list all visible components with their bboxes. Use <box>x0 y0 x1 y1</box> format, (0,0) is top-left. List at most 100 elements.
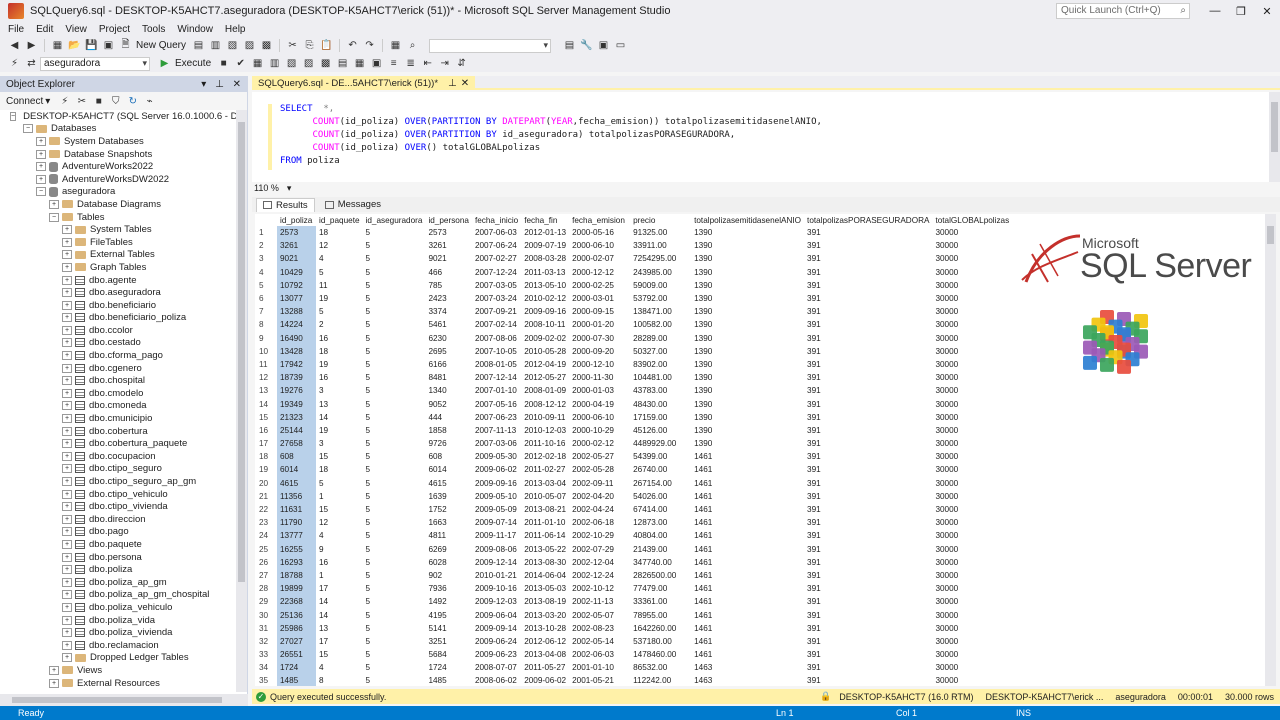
table-cell[interactable]: 391 <box>804 661 932 674</box>
table-cell[interactable]: 1663 <box>425 516 472 529</box>
table-cell[interactable]: 2010-05-28 <box>521 345 569 358</box>
table-cell[interactable]: 17 <box>316 582 363 595</box>
table-cell[interactable]: 2009-07-19 <box>521 239 569 252</box>
table-row[interactable]: 25 16255 9 5 6269 2009-08-06 2013-05-22 2002-07… <box>255 542 1012 556</box>
table-cell[interactable]: 3 <box>316 437 363 450</box>
expand-icon[interactable]: + <box>62 577 72 587</box>
table-cell[interactable]: 13288 <box>277 305 316 319</box>
tree-node[interactable]: + dbo.cgenero <box>0 362 236 375</box>
table-cell[interactable]: 2002-11-13 <box>569 595 630 608</box>
tree-node[interactable]: + dbo.ctipo_seguro <box>0 463 236 476</box>
table-cell[interactable]: 1461 <box>691 503 804 516</box>
menu-window[interactable]: Window <box>173 24 221 35</box>
connect-dropdown[interactable]: Connect <box>6 96 43 107</box>
table-cell[interactable]: 2009-06-02 <box>472 463 521 476</box>
table-cell[interactable]: 86532.00 <box>630 661 691 674</box>
paste-icon[interactable]: 📋 <box>320 39 333 52</box>
undo-icon[interactable]: ↶ <box>346 39 359 52</box>
menu-edit[interactable]: Edit <box>32 24 61 35</box>
tree-node[interactable]: + dbo.cobertura <box>0 425 236 438</box>
tree-node[interactable]: + dbo.cmodelo <box>0 387 236 400</box>
table-cell[interactable]: 2011-02-27 <box>521 463 569 476</box>
table-cell[interactable]: 5 <box>363 595 426 608</box>
table-cell[interactable]: 30000 <box>932 477 1012 490</box>
table-cell[interactable]: 2013-03-04 <box>521 477 569 490</box>
expand-icon[interactable]: + <box>62 464 72 474</box>
table-cell[interactable]: 5 <box>316 305 363 318</box>
row-number[interactable]: 4 <box>255 266 277 279</box>
table-cell[interactable]: 391 <box>804 305 932 318</box>
row-number[interactable]: 14 <box>255 397 277 410</box>
expand-icon[interactable]: + <box>62 539 72 549</box>
table-cell[interactable]: 2009-12-14 <box>472 556 521 569</box>
table-cell[interactable]: 2000-09-20 <box>569 345 630 358</box>
table-cell[interactable]: 1639 <box>425 490 472 503</box>
table-cell[interactable]: 5 <box>363 252 426 265</box>
save-icon[interactable]: 💾 <box>85 39 98 52</box>
table-cell[interactable]: 1461 <box>691 450 804 463</box>
table-cell[interactable]: 50327.00 <box>630 345 691 358</box>
forward-icon[interactable]: ▶ <box>25 39 38 52</box>
tree-node[interactable]: + dbo.cobertura_paquete <box>0 437 236 450</box>
tree-node[interactable]: + dbo.poliza_ap_gm <box>0 576 236 589</box>
table-cell[interactable]: 391 <box>804 490 932 503</box>
table-cell[interactable]: 2573 <box>277 226 316 240</box>
table-cell[interactable]: 2001-05-21 <box>569 674 630 686</box>
table-cell[interactable]: 2008-01-05 <box>472 358 521 371</box>
table-cell[interactable]: 83902.00 <box>630 358 691 371</box>
table-cell[interactable]: 2002-05-07 <box>569 608 630 621</box>
table-cell[interactable]: 2007-12-24 <box>472 266 521 279</box>
table-row[interactable]: 6 13077 19 5 2423 2007-03-24 2010-02-12 2000-03… <box>255 291 1012 306</box>
table-cell[interactable]: 30000 <box>932 503 1012 516</box>
table-cell[interactable]: 21323 <box>277 410 316 424</box>
table-cell[interactable]: 30000 <box>932 463 1012 476</box>
table-row[interactable]: 3 9021 4 5 9021 2007-02-27 2008-03-28 2000-02-0… <box>255 252 1012 266</box>
available-databases-select[interactable]: aseguradora <box>40 56 150 71</box>
expand-icon[interactable]: + <box>49 199 59 209</box>
table-cell[interactable]: 391 <box>804 345 932 358</box>
table-cell[interactable]: 5 <box>363 635 426 648</box>
table-cell[interactable]: 391 <box>804 569 932 582</box>
table-cell[interactable]: 2000-11-30 <box>569 371 630 384</box>
table-cell[interactable]: 30000 <box>932 252 1012 265</box>
table-row[interactable]: 24 13777 4 5 4811 2009-11-17 2011-06-14 2002-10… <box>255 529 1012 543</box>
expand-icon[interactable]: + <box>62 590 72 600</box>
row-number[interactable]: 1 <box>255 226 277 239</box>
table-cell[interactable]: 30000 <box>932 635 1012 648</box>
table-cell[interactable]: 391 <box>804 292 932 305</box>
table-cell[interactable]: 2009-05-30 <box>472 450 521 463</box>
table-cell[interactable]: 1390 <box>691 305 804 318</box>
table-cell[interactable]: 9021 <box>277 252 316 266</box>
table-cell[interactable]: 2013-04-08 <box>521 648 569 661</box>
table-cell[interactable]: 391 <box>804 266 932 279</box>
close-window-button[interactable]: ✕ <box>1257 5 1277 18</box>
table-cell[interactable]: 5 <box>363 477 426 490</box>
table-cell[interactable]: 100582.00 <box>630 318 691 331</box>
table-cell[interactable]: 11790 <box>277 516 316 530</box>
table-cell[interactable]: 391 <box>804 582 932 595</box>
table-cell[interactable]: 2000-02-07 <box>569 252 630 265</box>
table-row[interactable]: 31 25986 13 5 5141 2009-09-14 2013-10-28 2002-0… <box>255 621 1012 635</box>
open-file-icon[interactable]: 📂 <box>68 39 81 52</box>
table-cell[interactable]: 3261 <box>425 239 472 252</box>
table-cell[interactable]: 2 <box>316 318 363 331</box>
table-cell[interactable]: 1478460.00 <box>630 648 691 661</box>
table-cell[interactable]: 1390 <box>691 318 804 331</box>
table-cell[interactable]: 30000 <box>932 582 1012 595</box>
tab-messages[interactable]: Messages <box>319 198 387 211</box>
table-cell[interactable]: 5 <box>363 305 426 318</box>
table-row[interactable]: 32 27027 17 5 3251 2009-06-24 2012-06-12 2002-0… <box>255 634 1012 648</box>
table-cell[interactable]: 138471.00 <box>630 305 691 318</box>
expand-icon[interactable]: + <box>62 414 72 424</box>
table-cell[interactable]: 5 <box>363 450 426 463</box>
table-cell[interactable]: 608 <box>425 450 472 463</box>
specify-values-icon[interactable]: ⇵ <box>455 57 468 70</box>
table-row[interactable]: 11 17942 19 5 6166 2008-01-05 2012-04-19 2000-1… <box>255 357 1012 372</box>
tree-node[interactable]: + Views <box>0 664 236 677</box>
table-cell[interactable]: 4 <box>316 252 363 265</box>
table-cell[interactable]: 12 <box>316 516 363 529</box>
mdx-query-icon[interactable]: ▧ <box>226 39 239 52</box>
table-cell[interactable]: 2009-06-24 <box>472 635 521 648</box>
table-cell[interactable]: 2002-04-20 <box>569 490 630 503</box>
table-cell[interactable]: 19 <box>316 292 363 305</box>
